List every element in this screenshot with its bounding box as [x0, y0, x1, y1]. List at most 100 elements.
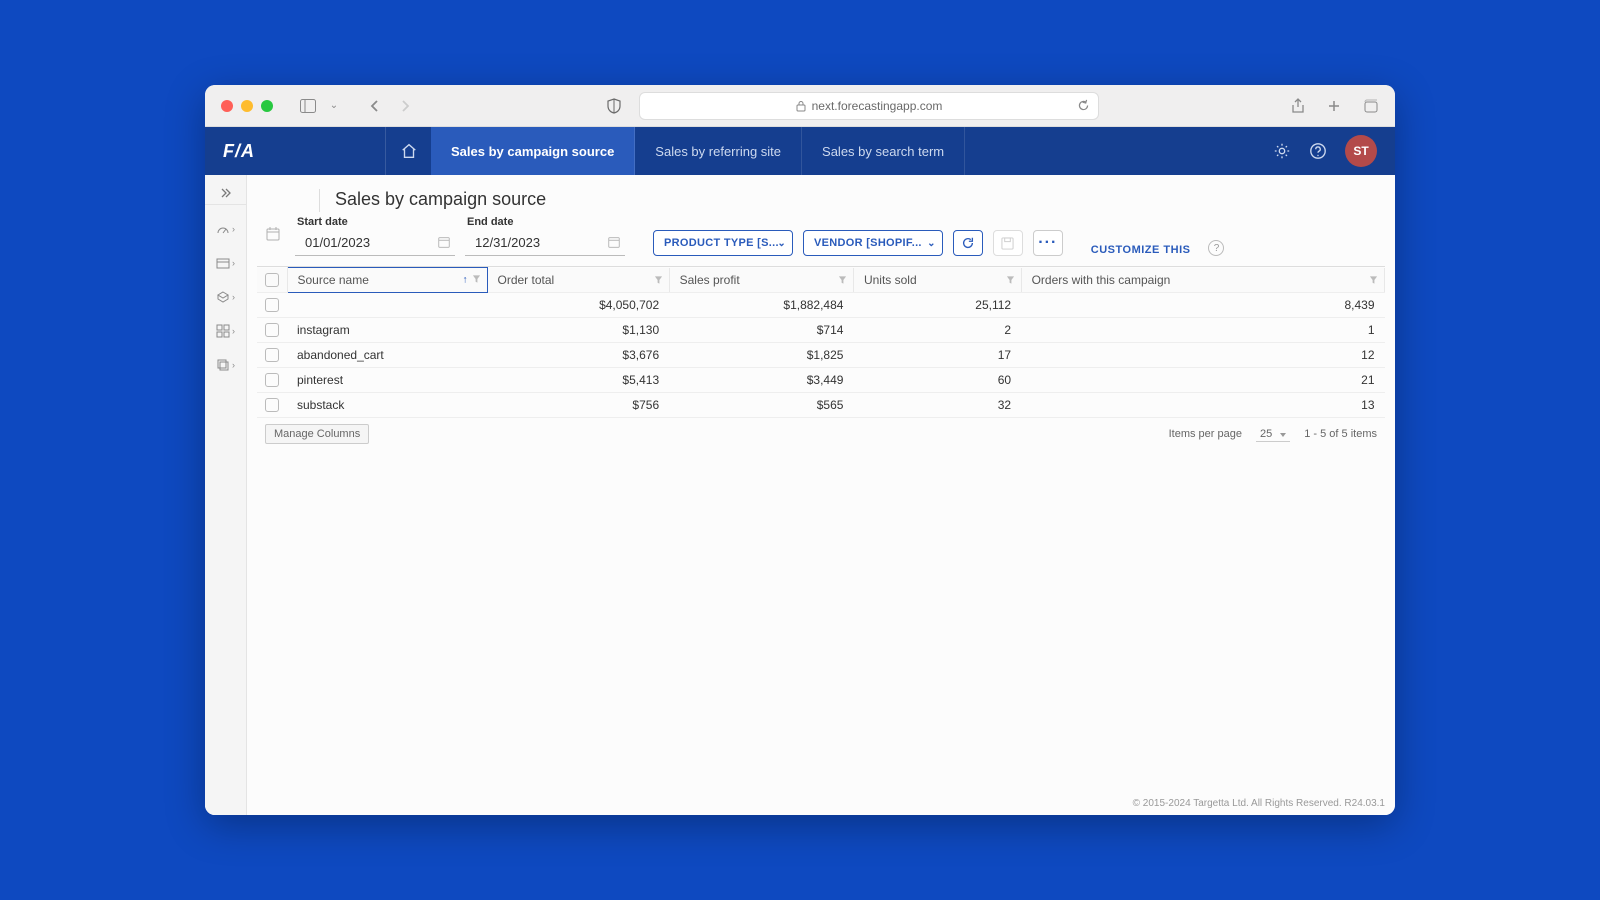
- column-header[interactable]: Orders with this campaign: [1021, 268, 1384, 293]
- filter-icon[interactable]: [1369, 275, 1378, 284]
- table-row[interactable]: instagram$1,130$71421: [257, 318, 1385, 343]
- minimize-window[interactable]: [241, 100, 253, 112]
- row-checkbox[interactable]: [265, 348, 279, 362]
- row-select-cell: [257, 393, 287, 418]
- more-options-button[interactable]: ···: [1033, 230, 1063, 256]
- settings-icon[interactable]: [1273, 142, 1291, 160]
- column-header[interactable]: Source name↑: [287, 268, 487, 293]
- sort-asc-icon[interactable]: ↑: [463, 275, 468, 286]
- row-select-cell: [257, 368, 287, 393]
- home-button[interactable]: [385, 127, 431, 175]
- column-header[interactable]: Units sold: [853, 268, 1021, 293]
- filter-icon[interactable]: [654, 275, 663, 284]
- filter-icon[interactable]: [1006, 275, 1015, 284]
- cell-order-total: $4,050,702: [487, 293, 669, 318]
- row-checkbox[interactable]: [265, 323, 279, 337]
- row-checkbox[interactable]: [265, 298, 279, 312]
- cell-units-sold: 32: [853, 393, 1021, 418]
- data-grid: Source name↑Order total Sales profit Units…: [257, 266, 1385, 815]
- browser-back-icon[interactable]: [365, 97, 383, 115]
- end-date-group: End date: [465, 216, 625, 256]
- start-date-input[interactable]: [295, 230, 455, 256]
- table-row[interactable]: substack$756$5653213: [257, 393, 1385, 418]
- sidebar-item-reports[interactable]: ›: [211, 253, 241, 273]
- lock-icon: [796, 100, 806, 112]
- filter-product-type[interactable]: PRODUCT TYPE [S... ⌄: [653, 230, 793, 256]
- app-header: F/A Sales by campaign sourceSales by ref…: [205, 127, 1395, 175]
- app-logo[interactable]: F/A: [205, 141, 385, 162]
- url-bar[interactable]: next.forecastingapp.com: [639, 92, 1099, 120]
- left-sidebar: › › › › ›: [205, 175, 247, 815]
- sidebar-item-copies[interactable]: ›: [211, 355, 241, 375]
- column-header[interactable]: Sales profit: [669, 268, 853, 293]
- cell-order-total: $3,676: [487, 343, 669, 368]
- browser-titlebar: ⌄ next.forecastingapp.com: [205, 85, 1395, 127]
- help-icon[interactable]: [1309, 142, 1327, 160]
- column-label: Units sold: [864, 273, 917, 287]
- table-row[interactable]: abandoned_cart$3,676$1,8251712: [257, 343, 1385, 368]
- save-button[interactable]: [993, 230, 1023, 256]
- nav-tab-1[interactable]: Sales by referring site: [635, 127, 802, 175]
- items-per-page-label: Items per page: [1169, 428, 1242, 440]
- cell-order-total: $5,413: [487, 368, 669, 393]
- filter-product-type-label: PRODUCT TYPE [S...: [664, 237, 779, 249]
- nav-tabs: Sales by campaign sourceSales by referri…: [431, 127, 965, 175]
- page-title: Sales by campaign source: [247, 175, 1395, 214]
- items-per-page-select[interactable]: 25: [1256, 427, 1290, 442]
- end-date-input[interactable]: [465, 230, 625, 256]
- customize-link[interactable]: CUSTOMIZE THIS: [1091, 244, 1191, 256]
- url-text: next.forecastingapp.com: [812, 99, 943, 113]
- sidebar-item-apps[interactable]: ›: [211, 321, 241, 341]
- sidebar-expand-icon[interactable]: [205, 181, 246, 205]
- user-avatar[interactable]: ST: [1345, 135, 1377, 167]
- column-header[interactable]: Order total: [487, 268, 669, 293]
- close-window[interactable]: [221, 100, 233, 112]
- table-row[interactable]: $4,050,702$1,882,48425,1128,439: [257, 293, 1385, 318]
- copyright-text: © 2015-2024 Targetta Ltd. All Rights Res…: [1133, 798, 1385, 809]
- date-range-icon[interactable]: [265, 226, 281, 242]
- cell-orders: 12: [1021, 343, 1384, 368]
- nav-tab-0[interactable]: Sales by campaign source: [431, 127, 635, 175]
- end-date-label: End date: [467, 216, 625, 228]
- cell-order-total: $1,130: [487, 318, 669, 343]
- sidebar-item-products[interactable]: ›: [211, 287, 241, 307]
- help-tip-icon[interactable]: ?: [1208, 240, 1224, 256]
- chevron-down-icon[interactable]: ⌄: [325, 97, 343, 115]
- row-checkbox[interactable]: [265, 373, 279, 387]
- column-label: Sales profit: [680, 273, 740, 287]
- calendar-icon[interactable]: [437, 235, 451, 249]
- cell-units-sold: 2: [853, 318, 1021, 343]
- browser-sidebar-icon[interactable]: [299, 97, 317, 115]
- table-row[interactable]: pinterest$5,413$3,4496021: [257, 368, 1385, 393]
- maximize-window[interactable]: [261, 100, 273, 112]
- filter-toolbar: Start date End date: [247, 214, 1395, 266]
- row-select-cell: [257, 318, 287, 343]
- new-tab-icon[interactable]: [1325, 97, 1343, 115]
- filter-vendor-label: VENDOR [SHOPIF...: [814, 237, 922, 249]
- filter-icon[interactable]: [838, 275, 847, 284]
- filter-vendor[interactable]: VENDOR [SHOPIF... ⌄: [803, 230, 943, 256]
- browser-forward-icon[interactable]: [397, 97, 415, 115]
- select-all-checkbox[interactable]: [265, 273, 279, 287]
- start-date-label: Start date: [297, 216, 455, 228]
- sidebar-item-dashboard[interactable]: ›: [211, 219, 241, 239]
- cell-units-sold: 60: [853, 368, 1021, 393]
- manage-columns-button[interactable]: Manage Columns: [265, 424, 369, 444]
- filter-icon[interactable]: [472, 275, 481, 286]
- row-select-cell: [257, 343, 287, 368]
- nav-tab-2[interactable]: Sales by search term: [802, 127, 965, 175]
- tabs-overview-icon[interactable]: [1361, 97, 1379, 115]
- start-date-group: Start date: [295, 216, 455, 256]
- cell-source: substack: [287, 393, 487, 418]
- calendar-icon[interactable]: [607, 235, 621, 249]
- row-checkbox[interactable]: [265, 398, 279, 412]
- cell-sales-profit: $1,825: [669, 343, 853, 368]
- grid-footer: Manage Columns Items per page 25 1 - 5 o…: [257, 417, 1385, 450]
- cell-sales-profit: $3,449: [669, 368, 853, 393]
- cell-orders: 8,439: [1021, 293, 1384, 318]
- cell-sales-profit: $1,882,484: [669, 293, 853, 318]
- shield-icon[interactable]: [605, 97, 623, 115]
- share-icon[interactable]: [1289, 97, 1307, 115]
- browser-refresh-icon[interactable]: [1077, 99, 1090, 112]
- refresh-button[interactable]: [953, 230, 983, 256]
